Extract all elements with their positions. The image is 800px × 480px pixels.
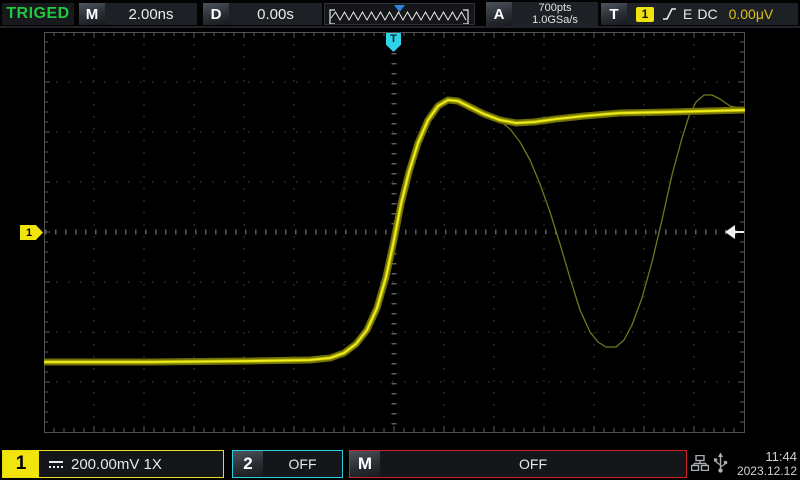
acquire-panel[interactable]: A 700pts 1.0GSa/s [486,2,598,26]
timebase-panel[interactable]: M 2.00ns [79,3,197,25]
trigger-badge: T [601,3,627,25]
dc-coupling-icon [48,459,64,469]
lan-icon [691,455,709,471]
bottom-channel-bar: 1 200.00mV 1X 2 OFF M OFF 1 [0,448,800,480]
channel1-number: 1 [3,451,39,477]
channel1-settings: 200.00mV 1X [39,456,162,473]
acquire-badge: A [486,2,512,26]
channel1-box[interactable]: 1 200.00mV 1X [2,450,224,478]
channel2-number: 2 [233,451,263,477]
channel2-box[interactable]: 2 OFF [232,450,343,478]
trigger-panel[interactable]: T 1 E DC 0.00μV [601,3,798,25]
clock-date: 2023.12.12 [733,464,797,479]
channel1-position-marker[interactable]: 1 [20,225,43,240]
preview-waveform-icon [325,4,474,24]
delay-value: 0.00s [229,6,322,23]
clock-time: 11:44 [733,449,797,464]
graticule-waveform-display [44,32,745,433]
math-label: M [350,451,380,477]
trigger-type: E [683,6,692,22]
top-status-bar: TRIGED M 2.00ns D 0.00s A 700pts 1.0GSa/… [0,0,800,28]
clock: 11:44 2023.12.12 [733,449,797,479]
trigger-level-value: 0.00μV [729,6,774,22]
timebase-value: 2.00ns [105,6,197,23]
acquire-points: 700pts [538,2,571,14]
usb-icon [713,452,728,474]
acquire-info: 700pts 1.0GSa/s [512,2,598,26]
channel1-scale: 200.00mV 1X [71,456,162,473]
acquire-sample-rate: 1.0GSa/s [532,14,578,26]
math-channel-box[interactable]: M OFF [349,450,687,478]
delay-panel[interactable]: D 0.00s [203,3,322,25]
timebase-badge: M [79,3,105,25]
channel2-status: OFF [263,456,342,472]
horizontal-position-preview[interactable] [324,3,475,25]
trigger-status-indicator: TRIGED [2,3,74,25]
trigger-level-arrow-icon[interactable] [724,224,745,241]
rising-edge-icon [662,6,677,22]
trigger-source-chip: 1 [636,7,654,22]
math-status: OFF [380,456,686,472]
trigger-coupling: DC [697,6,717,22]
delay-badge: D [203,3,229,25]
